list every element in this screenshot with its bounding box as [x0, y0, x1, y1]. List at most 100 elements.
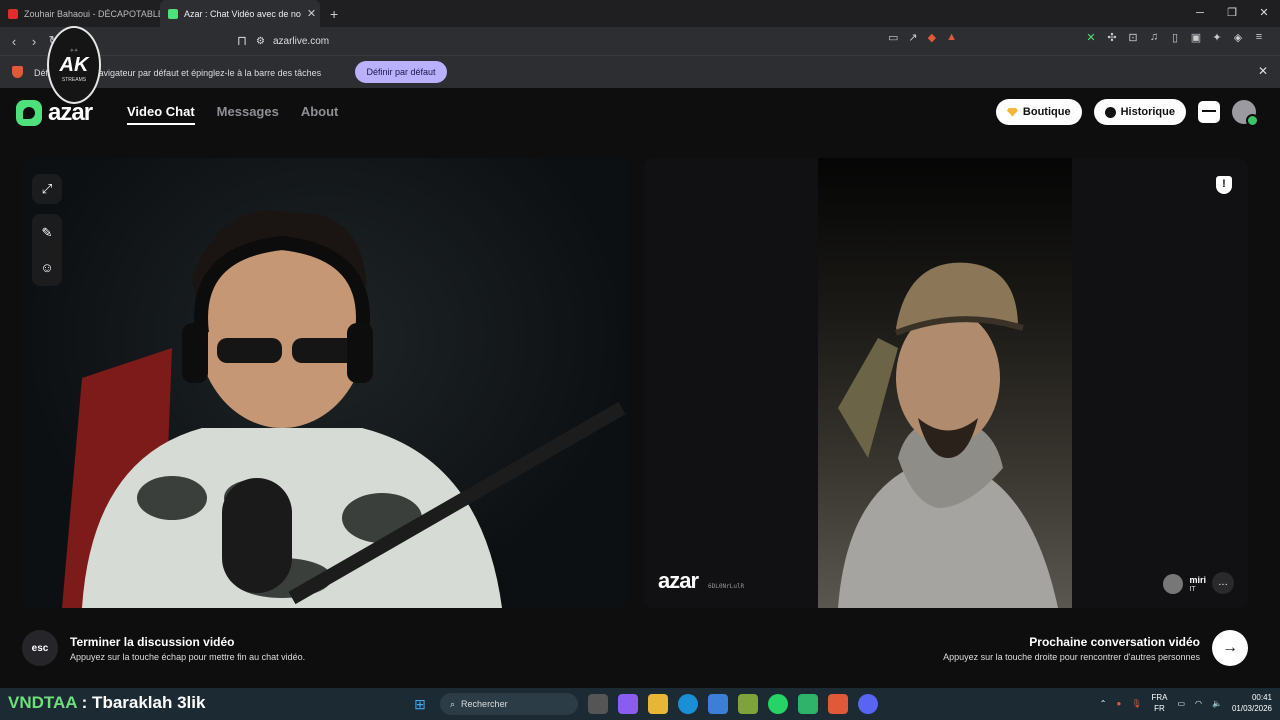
url-field[interactable]: ⚙ azarlive.com: [256, 32, 976, 51]
gem-icon: [1006, 107, 1018, 117]
maximize-icon[interactable]: ❐: [1216, 0, 1248, 27]
watermark-logo: azar: [658, 568, 699, 593]
clock-icon: [1104, 106, 1116, 118]
display-icon[interactable]: ▭: [1177, 699, 1185, 708]
azar-logo[interactable]: azar: [16, 99, 93, 127]
address-bar: ‹ › ↻ ⊓ ⚙ azarlive.com ▭ ↗ ◆ ▲ ✕ ✣ ⊡ ♫ ▯…: [0, 27, 1280, 55]
app-icon[interactable]: [738, 694, 758, 714]
forward-icon[interactable]: ›: [24, 34, 44, 49]
brave-shields-icon[interactable]: ◆: [928, 31, 936, 44]
peer-avatar: [1163, 574, 1184, 594]
browser-tab-bar: Zouhair Bahaoui - DÉCAPOTABLE Azar : Cha…: [0, 0, 1280, 27]
end-chat-hint: Appuyez sur la touche échap pour mettre …: [70, 651, 306, 662]
esc-button[interactable]: esc: [22, 630, 58, 666]
back-icon[interactable]: ‹: [4, 34, 24, 49]
microphone-icon[interactable]: 🎙: [1131, 699, 1141, 708]
share-icon[interactable]: ↗: [908, 31, 917, 44]
peer-country: IT: [1189, 585, 1196, 593]
channel-logo-subtitle: STREAMS: [61, 76, 87, 83]
close-tab-icon[interactable]: ✕: [307, 7, 316, 20]
tab-label: Azar : Chat Vidéo avec de no: [184, 8, 301, 19]
browser-tab[interactable]: Zouhair Bahaoui - DÉCAPOTABLE: [0, 0, 160, 27]
azar-favicon-icon: [168, 8, 178, 19]
close-window-icon[interactable]: ✕: [1248, 0, 1280, 27]
report-icon[interactable]: !: [1216, 176, 1232, 194]
next-chat-hint: Appuyez sur la touche droite pour rencon…: [943, 651, 1200, 662]
address-actions: ▭ ↗ ◆ ▲: [888, 31, 957, 44]
self-video: ⤢ ✎ ☺: [22, 158, 628, 608]
whatsapp-icon[interactable]: [768, 694, 788, 714]
brave-icon[interactable]: [828, 694, 848, 714]
game-app-icon[interactable]: [798, 694, 818, 714]
set-default-button[interactable]: Définir par défaut: [355, 61, 447, 83]
site-info-icon[interactable]: ⚙: [256, 36, 265, 47]
browser-tab-active[interactable]: Azar : Chat Vidéo avec de no ✕: [160, 0, 320, 27]
windows-taskbar: VNDTAA : Tbaraklah 3lik ⊞ ⌕ Rechercher ⌃…: [0, 688, 1280, 720]
next-chat-button[interactable]: →: [1212, 630, 1248, 666]
inbox-icon[interactable]: [1198, 101, 1220, 123]
task-view-icon[interactable]: [588, 694, 608, 714]
azar-app: azar Video Chat Messages About Boutique …: [0, 88, 1280, 688]
magic-wand-icon[interactable]: ✎: [32, 218, 62, 248]
nav-about[interactable]: About: [301, 104, 339, 125]
arrow-right-icon: →: [1222, 639, 1238, 656]
nav-messages[interactable]: Messages: [217, 104, 279, 125]
peer-info[interactable]: miri IT: [1163, 574, 1206, 594]
wallet-icon[interactable]: ▣: [1190, 31, 1202, 44]
peer-camera-feed: [818, 158, 1072, 608]
brave-rewards-icon[interactable]: ▲: [946, 31, 957, 44]
language-indicator[interactable]: FRA FR: [1151, 692, 1167, 714]
video-controls: ⤢ ✎ ☺: [32, 174, 62, 286]
screenshot-icon[interactable]: ⊡: [1127, 31, 1139, 44]
clock-date: 01/03/2026: [1231, 704, 1272, 713]
wifi-icon[interactable]: ◠: [1195, 699, 1202, 708]
edge-icon[interactable]: [678, 694, 698, 714]
clock[interactable]: 00:41 01/03/2026: [1232, 692, 1272, 714]
shop-button[interactable]: Boutique: [995, 99, 1082, 125]
minimize-icon[interactable]: ─: [1184, 0, 1216, 27]
windows-start-icon[interactable]: ⊞: [410, 694, 430, 714]
next-chat-title: Prochaine conversation vidéo: [1029, 634, 1200, 649]
watermark-id: 6DL0NrLulR: [708, 583, 745, 590]
self-camera-feed: [62, 210, 626, 608]
file-explorer-icon[interactable]: [648, 694, 668, 714]
vpn-icon[interactable]: ◈: [1232, 31, 1244, 44]
next-chat-control: Prochaine conversation vidéo Appuyez sur…: [943, 630, 1248, 666]
clock-time: 00:41: [1251, 693, 1272, 702]
lang-bottom: FR: [1154, 704, 1165, 713]
bookmark-icon[interactable]: ⊓: [232, 33, 252, 49]
shop-label: Boutique: [1022, 106, 1071, 118]
cast-icon[interactable]: ▭: [888, 31, 898, 44]
store-icon[interactable]: [708, 694, 728, 714]
volume-icon[interactable]: 🔈: [1212, 699, 1222, 708]
discord-icon[interactable]: [858, 694, 878, 714]
chat-bubble-icon[interactable]: …: [1212, 572, 1234, 594]
youtube-icon: [8, 8, 18, 19]
new-tab-button[interactable]: +: [330, 6, 338, 22]
puzzle-icon[interactable]: ✣: [1106, 31, 1118, 44]
history-button[interactable]: Historique: [1093, 99, 1186, 125]
profile-avatar[interactable]: [1232, 100, 1259, 127]
extension-icon[interactable]: ✕: [1085, 31, 1097, 44]
chevron-up-icon[interactable]: ⌃: [1100, 699, 1107, 708]
copilot-icon[interactable]: [618, 694, 638, 714]
end-chat-title: Terminer la discussion vidéo: [70, 634, 235, 649]
search-icon: ⌕: [450, 698, 456, 709]
peer-camera-image: [838, 262, 1058, 608]
history-label: Historique: [1120, 106, 1175, 118]
menu-icon[interactable]: ≡: [1253, 31, 1265, 44]
brave-shield-icon: [12, 66, 23, 78]
close-infobar-icon[interactable]: ✕: [1258, 64, 1268, 78]
channel-logo: ✧✧ AK STREAMS: [47, 26, 101, 104]
music-icon[interactable]: ♫: [1148, 31, 1160, 44]
network-app-icon[interactable]: ●: [1116, 699, 1121, 708]
nav-video-chat[interactable]: Video Chat: [127, 104, 195, 125]
face-filter-icon[interactable]: ☺: [32, 252, 62, 282]
leo-ai-icon[interactable]: ✦: [1211, 31, 1223, 44]
default-browser-infobar: Défi… comme navigateur par défaut et épi…: [0, 55, 1280, 88]
taskbar-search[interactable]: ⌕ Rechercher: [440, 693, 578, 715]
window-controls: ─ ❐ ✕: [1184, 0, 1280, 27]
sidebar-icon[interactable]: ▯: [1169, 31, 1181, 44]
expand-icon[interactable]: ⤢: [32, 174, 62, 204]
overlay-message: : Tbaraklah 3lik: [76, 693, 206, 712]
